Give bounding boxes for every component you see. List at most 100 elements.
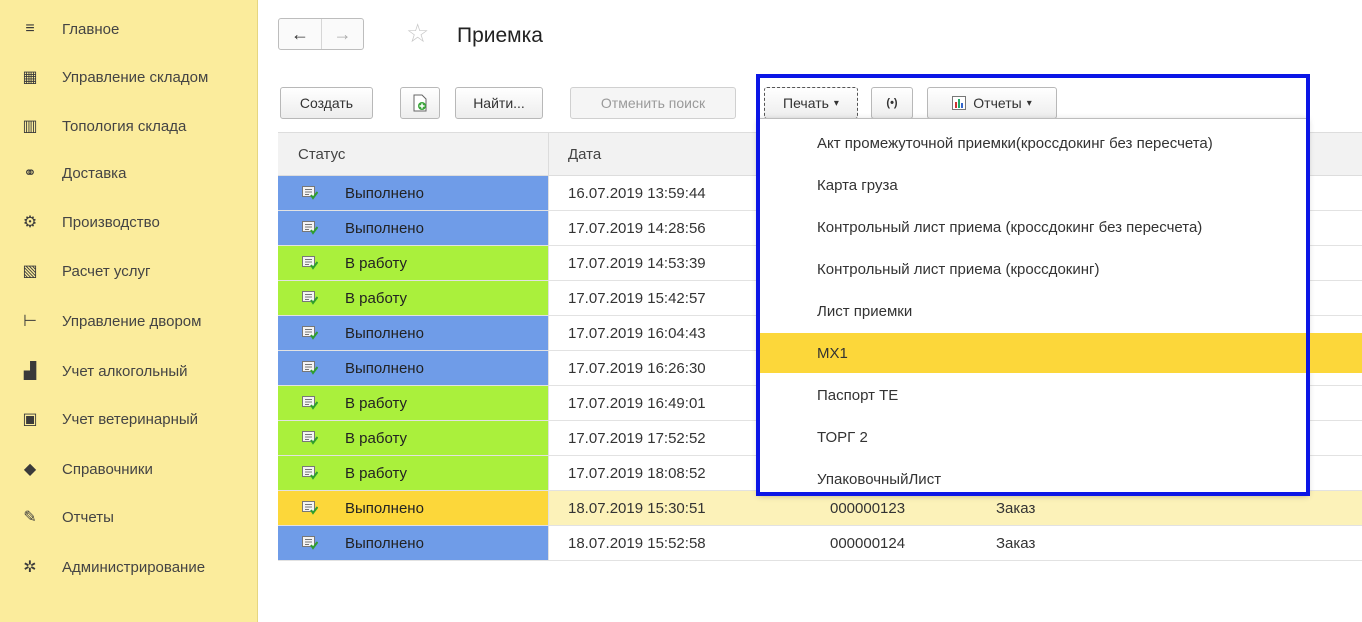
document-status-icon	[302, 291, 318, 305]
column-header-date[interactable]: Дата	[568, 146, 601, 163]
sidebar-item-label: Управление складом	[62, 68, 209, 86]
document-status-icon	[302, 431, 318, 445]
menu-icon: ≡	[25, 20, 35, 37]
sidebar-item[interactable]: ⚭ Доставка	[0, 158, 258, 188]
column-divider	[548, 246, 549, 280]
column-header-status[interactable]: Статус	[298, 146, 345, 163]
print-menu-item[interactable]: Карта груза	[759, 165, 1309, 205]
find-button[interactable]: Найти...	[455, 87, 543, 119]
broadcast-icon: (•)	[886, 97, 898, 109]
status-text: Выполнено	[345, 499, 424, 517]
chevron-down-icon: ▾	[1026, 97, 1032, 109]
date-cell: 16.07.2019 13:59:44	[568, 185, 706, 202]
status-cell: Выполнено	[278, 316, 548, 350]
status-cell: В работу	[278, 386, 548, 420]
document-status-icon	[302, 536, 318, 550]
status-text: В работу	[345, 289, 407, 307]
print-menu-item-label: Контрольный лист приема (кроссдокинг без…	[817, 218, 1203, 236]
sidebar-item[interactable]: ▥ Топология склада	[0, 111, 258, 141]
create-copy-button[interactable]	[400, 87, 440, 119]
print-button[interactable]: Печать ▾	[764, 87, 858, 119]
reports-icon: ✎	[23, 509, 37, 526]
status-text: Выполнено	[345, 534, 424, 552]
date-cell: 18.07.2019 15:30:51	[568, 500, 706, 517]
print-menu-item[interactable]: Контрольный лист приема (кроссдокинг без…	[759, 207, 1309, 247]
cancel-search-button[interactable]: Отменить поиск	[570, 87, 736, 119]
back-button[interactable]: ←	[279, 19, 321, 49]
column-divider	[548, 421, 549, 455]
sidebar-item[interactable]: ≡ Главное	[0, 14, 258, 44]
status-cell: Выполнено	[278, 211, 548, 245]
favorite-star-icon[interactable]: ☆	[406, 20, 429, 46]
column-divider	[548, 351, 549, 385]
print-menu-item[interactable]: Паспорт ТЕ	[759, 375, 1309, 415]
sidebar-item-label: Главное	[62, 20, 120, 38]
date-cell: 17.07.2019 16:04:43	[568, 325, 706, 342]
status-text: В работу	[345, 429, 407, 447]
print-menu-item[interactable]: МХ1	[759, 333, 1362, 373]
sidebar-item[interactable]: ◆ Справочники	[0, 454, 258, 484]
number-cell: 000000123	[830, 500, 906, 517]
status-cell: В работу	[278, 456, 548, 490]
document-status-icon	[302, 256, 318, 270]
sidebar-item[interactable]: ▧ Расчет услуг	[0, 256, 258, 286]
date-cell: 17.07.2019 18:08:52	[568, 465, 706, 482]
warehouse-icon: ▦	[22, 69, 38, 86]
status-cell: Выполнено	[278, 176, 548, 210]
document-status-icon	[302, 361, 318, 375]
status-cell: В работу	[278, 421, 548, 455]
sidebar-item[interactable]: ▟ Учет алкогольный	[0, 356, 258, 386]
print-menu-item[interactable]: ТОРГ 2	[759, 417, 1309, 457]
create-button[interactable]: Создать	[280, 87, 373, 119]
column-divider	[548, 456, 549, 490]
date-cell: 17.07.2019 17:52:52	[568, 430, 706, 447]
status-cell: Выполнено	[278, 351, 548, 385]
broadcast-button[interactable]: (•)	[871, 87, 913, 119]
sidebar-item[interactable]: ⊢ Управление двором	[0, 306, 258, 336]
sidebar-item-label: Топология склада	[62, 117, 187, 135]
sidebar-item[interactable]: ▣ Учет ветеринарный	[0, 404, 258, 434]
print-menu-item-label: Карта груза	[817, 176, 898, 194]
add-document-icon	[413, 94, 427, 112]
sidebar: ≡ Главное ▦ Управление складом ▥ Топология ск…	[0, 0, 258, 622]
print-menu-item-label: Контрольный лист приема (кроссдокинг)	[817, 260, 1100, 278]
print-menu-item[interactable]: Акт промежуточной приемки(кроссдокинг бе…	[759, 123, 1309, 163]
date-cell: 17.07.2019 14:53:39	[568, 255, 706, 272]
sidebar-item-label: Производство	[62, 213, 160, 231]
gear-icon: ✲	[23, 559, 37, 576]
status-cell: В работу	[278, 246, 548, 280]
sidebar-item[interactable]: ✎ Отчеты	[0, 502, 258, 532]
status-text: Выполнено	[345, 324, 424, 342]
table-row[interactable]: Выполнено 18.07.2019 15:52:58 000000124 Зак…	[278, 526, 1362, 561]
page-title: Приемка	[457, 24, 543, 47]
production-icon: ⚙	[22, 214, 38, 231]
find-button-label: Найти...	[473, 95, 525, 111]
print-menu-item[interactable]: УпаковочныйЛист	[759, 459, 1309, 499]
sidebar-item[interactable]: ✲ Администрирование	[0, 552, 258, 582]
status-cell: Выполнено	[278, 491, 548, 525]
alcohol-icon: ▟	[23, 363, 37, 380]
column-divider	[548, 526, 549, 560]
column-divider	[548, 281, 549, 315]
status-text: Выполнено	[345, 219, 424, 237]
print-menu: Акт промежуточной приемки(кроссдокинг бе…	[758, 118, 1362, 494]
print-menu-item-label: МХ1	[817, 344, 848, 362]
arrow-left-icon: ←	[290, 23, 309, 44]
sidebar-item[interactable]: ▦ Управление складом	[0, 62, 258, 92]
sidebar-item-label: Учет ветеринарный	[62, 410, 199, 428]
sidebar-item[interactable]: ⚙ Производство	[0, 207, 258, 237]
column-divider	[548, 386, 549, 420]
status-text: Выполнено	[345, 184, 424, 202]
sidebar-item-label: Расчет услуг	[62, 262, 151, 280]
print-menu-item[interactable]: Лист приемки	[759, 291, 1309, 331]
print-menu-item-label: Акт промежуточной приемки(кроссдокинг бе…	[817, 134, 1213, 152]
reports-button[interactable]: Отчеты ▾	[927, 87, 1057, 119]
status-text: В работу	[345, 254, 407, 272]
status-cell: В работу	[278, 281, 548, 315]
document-status-icon	[302, 221, 318, 235]
forward-button[interactable]: →	[320, 19, 363, 49]
date-cell: 17.07.2019 16:49:01	[568, 395, 706, 412]
document-status-icon	[302, 186, 318, 200]
print-menu-item[interactable]: Контрольный лист приема (кроссдокинг)	[759, 249, 1309, 289]
building-icon: ▥	[22, 118, 38, 135]
